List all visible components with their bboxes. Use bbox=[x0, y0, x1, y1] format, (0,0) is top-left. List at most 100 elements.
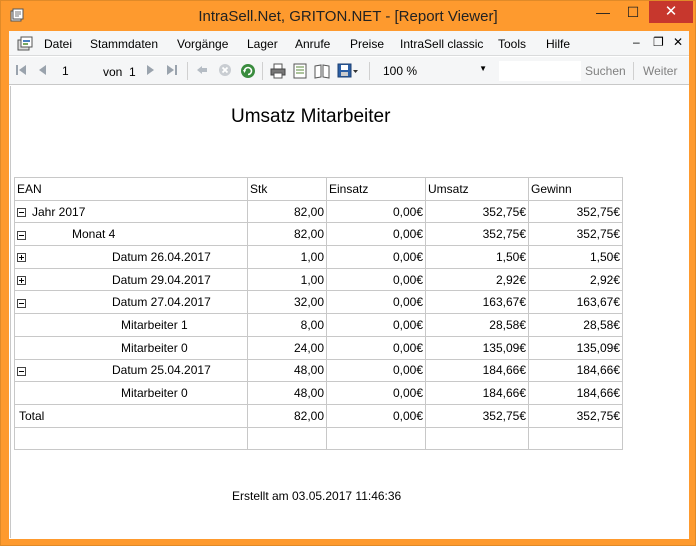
table-row: Datum 27.04.2017 32,00 0,00€ 163,67€ 163,67€ bbox=[14, 290, 623, 315]
collapse-icon[interactable] bbox=[17, 230, 26, 240]
cell-stk: 82,00 bbox=[247, 403, 327, 428]
find-next-button[interactable]: Weiter bbox=[643, 64, 677, 78]
cell-stk: 1,00 bbox=[247, 267, 327, 292]
next-page-icon[interactable] bbox=[146, 63, 156, 77]
cell-gewinn bbox=[528, 426, 623, 451]
cell-gewinn: 352,75€ bbox=[528, 222, 623, 247]
table-row: Total 82,00 0,00€ 352,75€ 352,75€ bbox=[14, 403, 623, 428]
table-row: Jahr 2017 82,00 0,00€ 352,75€ 352,75€ bbox=[14, 199, 623, 224]
close-button[interactable]: ✕ bbox=[649, 1, 693, 23]
row-label-cell: Datum 25.04.2017 bbox=[14, 358, 248, 383]
column-header-umsatz: Umsatz bbox=[425, 177, 529, 201]
cell-gewinn: 163,67€ bbox=[528, 290, 623, 315]
cell-gewinn: 352,75€ bbox=[528, 403, 623, 428]
expand-icon[interactable] bbox=[17, 253, 26, 263]
table-row: Datum 25.04.2017 48,00 0,00€ 184,66€ 184,66€ bbox=[14, 358, 623, 383]
report-table: EAN Stk Einsatz Umsatz Gewinn Jahr 2017 8… bbox=[14, 177, 623, 451]
cell-umsatz: 163,67€ bbox=[425, 290, 529, 315]
cell-gewinn: 184,66€ bbox=[528, 381, 623, 405]
page-setup-icon[interactable] bbox=[314, 63, 330, 79]
toolbar-separator bbox=[187, 62, 188, 80]
print-icon[interactable] bbox=[270, 63, 286, 79]
zoom-select[interactable]: 100 % ▼ bbox=[377, 61, 491, 81]
title-bar[interactable]: IntraSell.Net, GRITON.NET - [Report View… bbox=[1, 1, 695, 31]
row-label-cell: Mitarbeiter 0 bbox=[14, 381, 248, 405]
row-label: Mitarbeiter 1 bbox=[121, 317, 188, 332]
cell-stk: 82,00 bbox=[247, 199, 327, 224]
menu-anrufe[interactable]: Anrufe bbox=[295, 37, 330, 51]
total-pages: 1 bbox=[129, 65, 136, 79]
cell-umsatz: 352,75€ bbox=[425, 199, 529, 224]
cell-umsatz bbox=[425, 426, 529, 451]
toolbar-separator bbox=[262, 62, 263, 80]
menu-vorgaenge[interactable]: Vorgänge bbox=[177, 37, 228, 51]
cell-gewinn: 184,66€ bbox=[528, 358, 623, 383]
export-icon[interactable] bbox=[337, 63, 359, 79]
menu-lager[interactable]: Lager bbox=[247, 37, 278, 51]
toolbar-separator bbox=[369, 62, 370, 80]
row-label-cell: Datum 29.04.2017 bbox=[14, 267, 248, 292]
minimize-button[interactable]: — bbox=[589, 1, 617, 23]
cell-einsatz: 0,00€ bbox=[326, 290, 426, 315]
cell-gewinn: 2,92€ bbox=[528, 267, 623, 292]
cell-stk: 48,00 bbox=[247, 358, 327, 383]
menu-hilfe[interactable]: Hilfe bbox=[546, 37, 570, 51]
report-icon[interactable] bbox=[16, 35, 34, 53]
menu-preise[interactable]: Preise bbox=[350, 37, 384, 51]
refresh-icon[interactable] bbox=[240, 63, 256, 79]
back-icon[interactable] bbox=[195, 63, 209, 77]
menu-datei[interactable]: Datei bbox=[44, 37, 72, 51]
row-label: Jahr 2017 bbox=[32, 204, 86, 219]
row-label-cell: Datum 27.04.2017 bbox=[14, 290, 248, 315]
row-label-cell: Mitarbeiter 0 bbox=[14, 335, 248, 360]
menu-intrasell-classic[interactable]: IntraSell classic bbox=[400, 37, 483, 51]
cell-umsatz: 352,75€ bbox=[425, 403, 529, 428]
print-layout-icon[interactable] bbox=[292, 63, 308, 79]
row-label: Datum 25.04.2017 bbox=[112, 363, 211, 378]
cell-einsatz: 0,00€ bbox=[326, 403, 426, 428]
page-of-label: von bbox=[103, 65, 123, 79]
cell-umsatz: 184,66€ bbox=[425, 381, 529, 405]
mdi-close-button[interactable]: ✕ bbox=[673, 35, 683, 49]
maximize-button[interactable]: ☐ bbox=[619, 1, 647, 23]
column-header-ean: EAN bbox=[14, 177, 248, 201]
cell-umsatz: 2,92€ bbox=[425, 267, 529, 292]
mdi-minimize-button[interactable]: – bbox=[633, 35, 640, 49]
first-page-icon[interactable] bbox=[15, 63, 27, 77]
table-row: Mitarbeiter 0 24,00 0,00€ 135,09€ 135,09€ bbox=[14, 335, 623, 360]
cell-umsatz: 352,75€ bbox=[425, 222, 529, 247]
cell-gewinn: 135,09€ bbox=[528, 335, 623, 360]
collapse-icon[interactable] bbox=[17, 366, 26, 376]
menu-tools[interactable]: Tools bbox=[498, 37, 526, 51]
cell-gewinn: 28,58€ bbox=[528, 313, 623, 337]
last-page-icon[interactable] bbox=[166, 63, 178, 77]
row-label: Total bbox=[19, 408, 45, 423]
app-window: IntraSell.Net, GRITON.NET - [Report View… bbox=[0, 0, 696, 546]
mdi-restore-button[interactable]: ❐ bbox=[653, 35, 664, 49]
search-input[interactable] bbox=[499, 61, 581, 81]
expand-icon[interactable] bbox=[17, 275, 26, 285]
cell-stk: 24,00 bbox=[247, 335, 327, 360]
row-label: Datum 27.04.2017 bbox=[112, 295, 211, 310]
cell-einsatz: 0,00€ bbox=[326, 222, 426, 247]
column-header-stk: Stk bbox=[247, 177, 327, 201]
row-label-cell: Total bbox=[14, 403, 248, 428]
stop-icon[interactable] bbox=[218, 63, 232, 77]
previous-page-icon[interactable] bbox=[37, 63, 47, 77]
row-label: Mitarbeiter 0 bbox=[121, 386, 188, 401]
page-number-input[interactable] bbox=[57, 61, 93, 81]
report-footer: Erstellt am 03.05.2017 11:46:36 bbox=[232, 489, 402, 503]
cell-einsatz: 0,00€ bbox=[326, 245, 426, 269]
cell-umsatz: 28,58€ bbox=[425, 313, 529, 337]
cell-einsatz: 0,00€ bbox=[326, 335, 426, 360]
row-label-cell: Datum 26.04.2017 bbox=[14, 245, 248, 269]
collapse-icon[interactable] bbox=[17, 298, 26, 308]
row-label: Datum 29.04.2017 bbox=[112, 272, 211, 287]
cell-einsatz: 0,00€ bbox=[326, 267, 426, 292]
cell-gewinn: 1,50€ bbox=[528, 245, 623, 269]
column-header-einsatz: Einsatz bbox=[326, 177, 426, 201]
collapse-icon[interactable] bbox=[17, 207, 26, 217]
menu-stammdaten[interactable]: Stammdaten bbox=[90, 37, 158, 51]
toolbar-separator bbox=[633, 62, 634, 80]
search-button[interactable]: Suchen bbox=[585, 64, 626, 78]
